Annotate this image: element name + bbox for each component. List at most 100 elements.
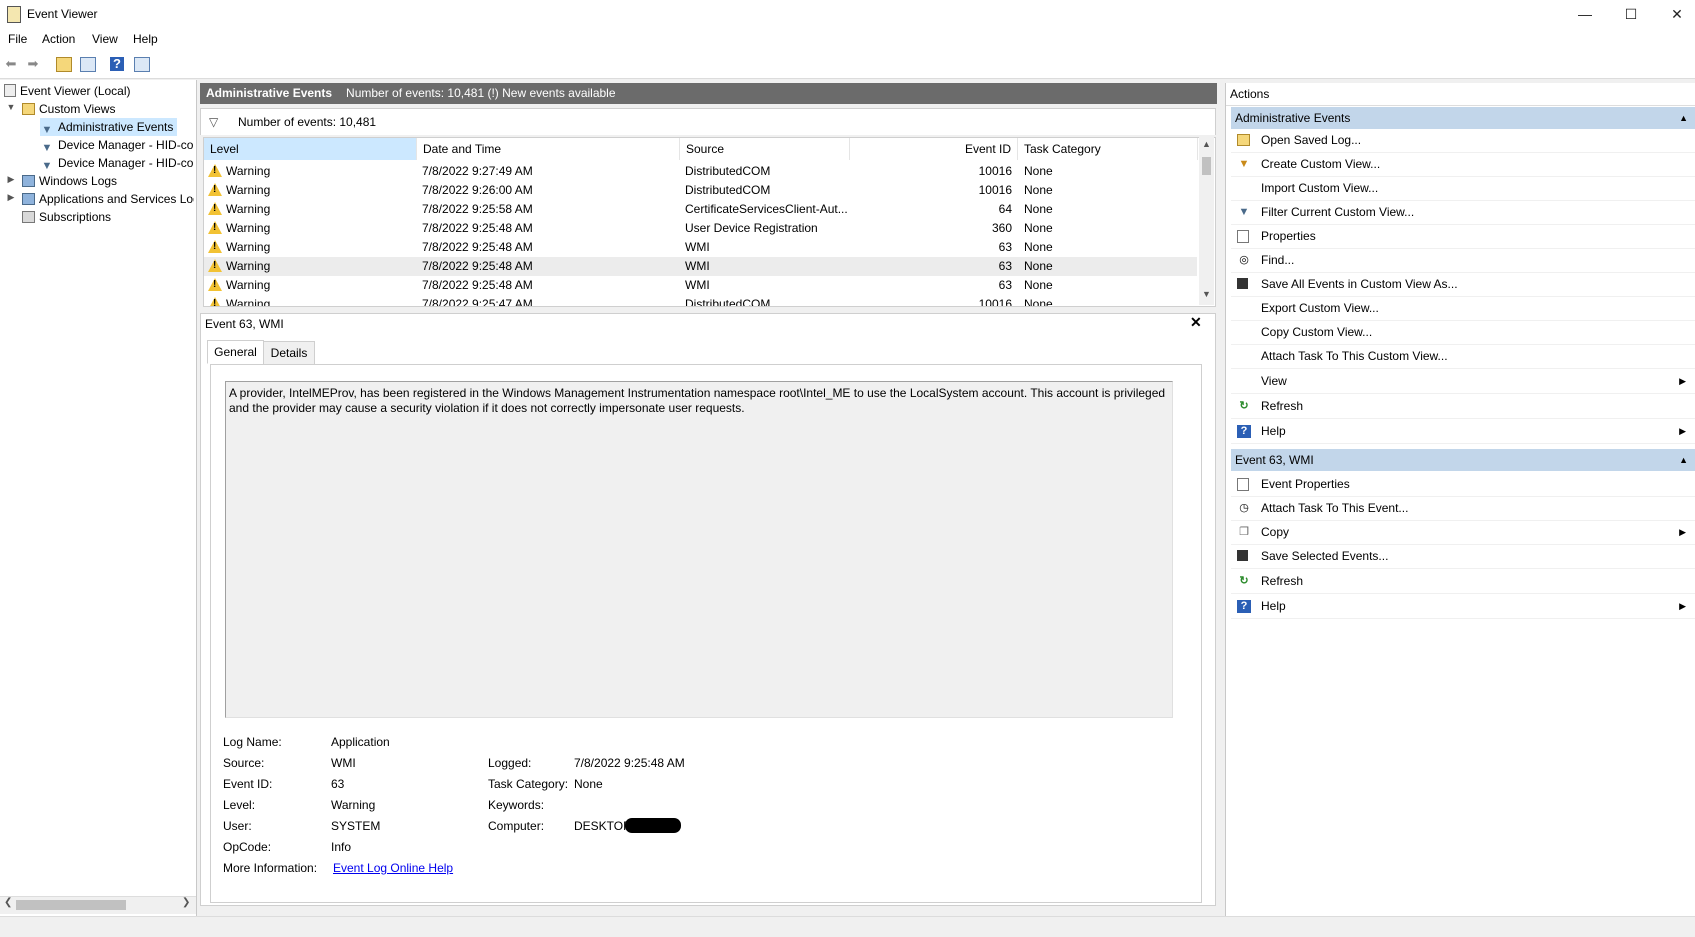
action-label: Attach Task To This Event...	[1261, 501, 1409, 515]
tree-node-custom-views[interactable]: Custom Views	[22, 100, 115, 118]
column-header-event-id[interactable]: Event ID	[850, 138, 1018, 160]
show-hide-console-tree-icon[interactable]	[80, 57, 96, 72]
action-filter-current-custom-view[interactable]: ▼ Filter Current Custom View...	[1231, 201, 1695, 225]
column-header-source[interactable]: Source	[680, 138, 850, 160]
action-import-custom-view[interactable]: Import Custom View...	[1231, 177, 1695, 201]
table-row[interactable]: Warning 7/8/2022 9:27:49 AM DistributedC…	[204, 162, 1197, 181]
task-clock-icon: ◷	[1239, 502, 1249, 514]
action-attach-task-event[interactable]: ◷ Attach Task To This Event...	[1231, 497, 1695, 521]
show-hide-action-pane-icon[interactable]	[134, 57, 150, 72]
action-export-custom-view[interactable]: Export Custom View...	[1231, 297, 1695, 321]
event-log-online-help-link[interactable]: Event Log Online Help	[333, 861, 453, 875]
action-create-custom-view[interactable]: ▼ Create Custom View...	[1231, 153, 1695, 177]
opcode-label: OpCode:	[223, 840, 272, 854]
action-label: Refresh	[1261, 399, 1304, 413]
column-header-task-category[interactable]: Task Category	[1018, 138, 1198, 160]
date-cell: 7/8/2022 9:25:48 AM	[422, 259, 533, 273]
chevron-right-icon[interactable]: ▶	[6, 174, 16, 185]
action-event-properties[interactable]: Event Properties	[1231, 473, 1695, 497]
action-copy-custom-view[interactable]: Copy Custom View...	[1231, 321, 1695, 345]
filter-icon: ▼	[1238, 206, 1250, 218]
tab-details[interactable]: Details	[263, 341, 315, 365]
chevron-right-icon[interactable]: ▶	[6, 192, 16, 203]
action-copy[interactable]: ❐ Copy ▶	[1231, 521, 1695, 545]
tab-general[interactable]: General	[207, 340, 264, 364]
section-event-63-wmi[interactable]: Event 63, WMI ▲	[1231, 449, 1695, 471]
action-open-saved-log[interactable]: Open Saved Log...	[1231, 129, 1695, 153]
open-folder-icon[interactable]	[56, 57, 72, 72]
action-help[interactable]: ? Help ▶	[1231, 420, 1695, 444]
help-icon[interactable]: ?	[110, 57, 124, 71]
menu-view[interactable]: View	[92, 32, 118, 46]
tree-node-device-manager-2[interactable]: ▼ Device Manager - HID-compliant	[40, 154, 194, 172]
column-header-date-time[interactable]: Date and Time	[417, 138, 680, 160]
tree-scrollbar-thumb[interactable]	[16, 900, 126, 910]
event-message-box[interactable]: A provider, IntelMEProv, has been regist…	[225, 381, 1173, 718]
tree-node-event-viewer-local[interactable]: Event Viewer (Local)	[4, 82, 131, 100]
source-cell: DistributedCOM	[685, 297, 771, 307]
close-detail-icon[interactable]: ✕	[1190, 314, 1202, 331]
action-help-event[interactable]: ? Help ▶	[1231, 595, 1695, 619]
column-header-level[interactable]: Level	[204, 138, 417, 160]
table-row[interactable]: Warning 7/8/2022 9:25:48 AM User Device …	[204, 219, 1197, 238]
menu-help[interactable]: Help	[133, 32, 158, 46]
user-label: User:	[223, 819, 252, 833]
tree-label: Event Viewer (Local)	[20, 84, 131, 98]
open-folder-icon	[1237, 134, 1250, 146]
scroll-down-icon[interactable]: ▼	[1202, 289, 1211, 299]
table-row[interactable]: Warning 7/8/2022 9:25:48 AM WMI 63 None	[204, 276, 1197, 295]
action-properties[interactable]: Properties	[1231, 225, 1695, 249]
action-save-all-events[interactable]: Save All Events in Custom View As...	[1231, 273, 1695, 297]
chevron-down-icon[interactable]: ▼	[6, 102, 16, 112]
table-row[interactable]: Warning 7/8/2022 9:25:48 AM WMI 63 None	[204, 238, 1197, 257]
collapse-icon[interactable]: ▲	[1679, 107, 1688, 129]
section-administrative-events[interactable]: Administrative Events ▲	[1231, 107, 1695, 129]
tree-label: Device Manager - HID-compliant	[58, 156, 194, 170]
tree-node-subscriptions[interactable]: Subscriptions	[22, 208, 111, 226]
menu-action[interactable]: Action	[42, 32, 75, 46]
table-row-selected[interactable]: Warning 7/8/2022 9:25:48 AM WMI 63 None	[204, 257, 1197, 276]
scroll-left-icon[interactable]: ❮	[4, 897, 12, 908]
binoculars-icon: ◎	[1239, 254, 1249, 266]
action-save-selected-events[interactable]: Save Selected Events...	[1231, 545, 1695, 569]
tree-node-windows-logs[interactable]: Windows Logs	[22, 172, 117, 190]
warning-icon	[208, 202, 222, 215]
action-refresh-event[interactable]: ↻ Refresh	[1231, 570, 1695, 594]
date-cell: 7/8/2022 9:26:00 AM	[422, 183, 533, 197]
event-list-vertical-scrollbar[interactable]: ▲ ▼	[1199, 137, 1214, 305]
title-bar: Event Viewer — ☐ ✕	[0, 0, 1695, 28]
action-refresh[interactable]: ↻ Refresh	[1231, 395, 1695, 419]
minimize-button[interactable]: —	[1562, 0, 1608, 28]
table-row[interactable]: Warning 7/8/2022 9:25:58 AM CertificateS…	[204, 200, 1197, 219]
action-find[interactable]: ◎ Find...	[1231, 249, 1695, 273]
computer-label: Computer:	[488, 819, 545, 833]
forward-arrow-icon[interactable]: ➡	[24, 55, 42, 73]
level-value: Warning	[331, 798, 376, 812]
maximize-button[interactable]: ☐	[1608, 0, 1654, 28]
action-label: Help	[1261, 424, 1286, 438]
tree-node-applications-services-logs[interactable]: Applications and Services Logs	[22, 190, 194, 208]
table-row[interactable]: Warning 7/8/2022 9:26:00 AM DistributedC…	[204, 181, 1197, 200]
properties-icon	[1237, 230, 1249, 243]
back-arrow-icon[interactable]: ⬅	[2, 55, 20, 73]
action-attach-task-custom-view[interactable]: Attach Task To This Custom View...	[1231, 345, 1695, 369]
action-view[interactable]: View ▶	[1231, 370, 1695, 394]
tree-node-device-manager-1[interactable]: ▼ Device Manager - HID-compliant	[40, 136, 194, 154]
scroll-right-icon[interactable]: ❯	[182, 897, 190, 908]
event-id-cell: 63	[998, 278, 1012, 292]
scroll-up-icon[interactable]: ▲	[1202, 139, 1211, 149]
menu-file[interactable]: File	[8, 32, 27, 46]
action-label: Find...	[1261, 253, 1295, 267]
level-text: Warning	[226, 221, 271, 235]
event-message-text: A provider, IntelMEProv, has been regist…	[229, 386, 1166, 415]
level-cell: Warning	[208, 200, 270, 219]
level-text: Warning	[226, 240, 271, 254]
close-window-button[interactable]: ✕	[1654, 0, 1695, 28]
scrollbar-thumb[interactable]	[1202, 157, 1211, 175]
collapse-icon[interactable]: ▲	[1679, 449, 1688, 471]
event-id-cell: 10016	[978, 164, 1012, 178]
table-row[interactable]: Warning 7/8/2022 9:25:47 AM DistributedC…	[204, 295, 1197, 307]
logged-label: Logged:	[488, 756, 532, 770]
tree-node-administrative-events[interactable]: ▼ Administrative Events	[40, 118, 178, 136]
task-category-cell: None	[1024, 297, 1053, 307]
